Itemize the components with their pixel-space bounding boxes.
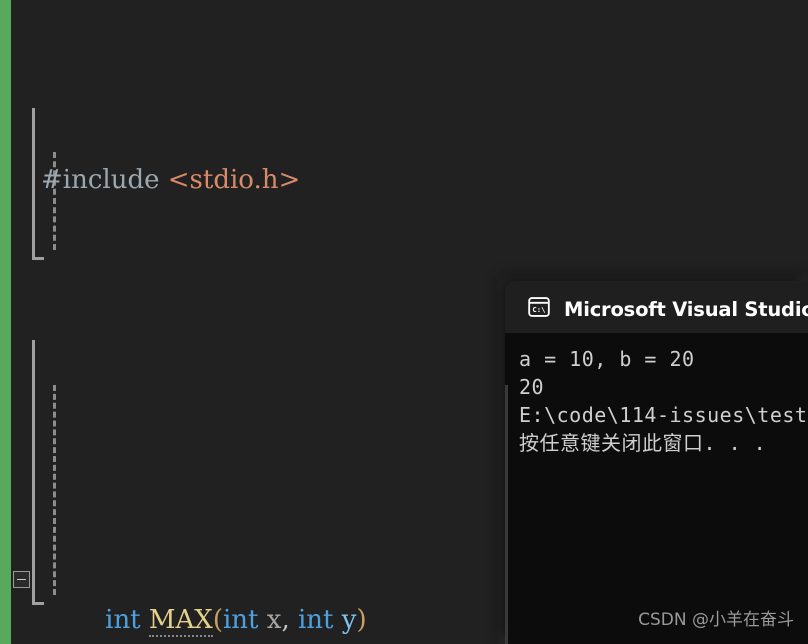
token-param-y: y [341,605,357,635]
console-left-edge [505,385,508,644]
command-prompt-icon: C:\ [528,297,550,317]
console-output[interactable]: a = 10, b = 20 20 E:\code\114-issues\tes… [505,333,808,644]
token-keyword-int: int [297,605,334,635]
editor-change-bar [0,0,11,644]
fold-toggle-icon[interactable] [13,571,30,588]
token-include-header: <stdio.h> [167,165,301,195]
console-window[interactable]: C:\ Microsoft Visual Studio 调试控制台 a = 10… [505,281,808,644]
console-output-line: 按任意键关闭此窗口. . . [519,431,767,455]
console-output-line: E:\code\114-issues\test... [519,403,808,427]
token-keyword-int: int [105,605,141,635]
token-keyword-int: int [222,605,259,635]
watermark: CSDN @小羊在奋斗 [638,610,794,630]
console-titlebar[interactable]: C:\ Microsoft Visual Studio 调试控制台 [505,281,808,333]
screenshot-root: #include <stdio.h> int MAX(int x, int y)… [0,0,808,644]
token-function-max[interactable]: MAX [148,605,213,637]
code-line[interactable]: #include <stdio.h> [11,160,808,200]
console-window-title: Microsoft Visual Studio 调试控制台 [564,297,808,321]
console-output-line: 20 [519,375,545,399]
console-output-line: a = 10, b = 20 [519,347,695,371]
token-include-directive: #include [41,165,160,195]
svg-text:C:\: C:\ [532,305,545,314]
token-param-x: x [266,605,282,635]
